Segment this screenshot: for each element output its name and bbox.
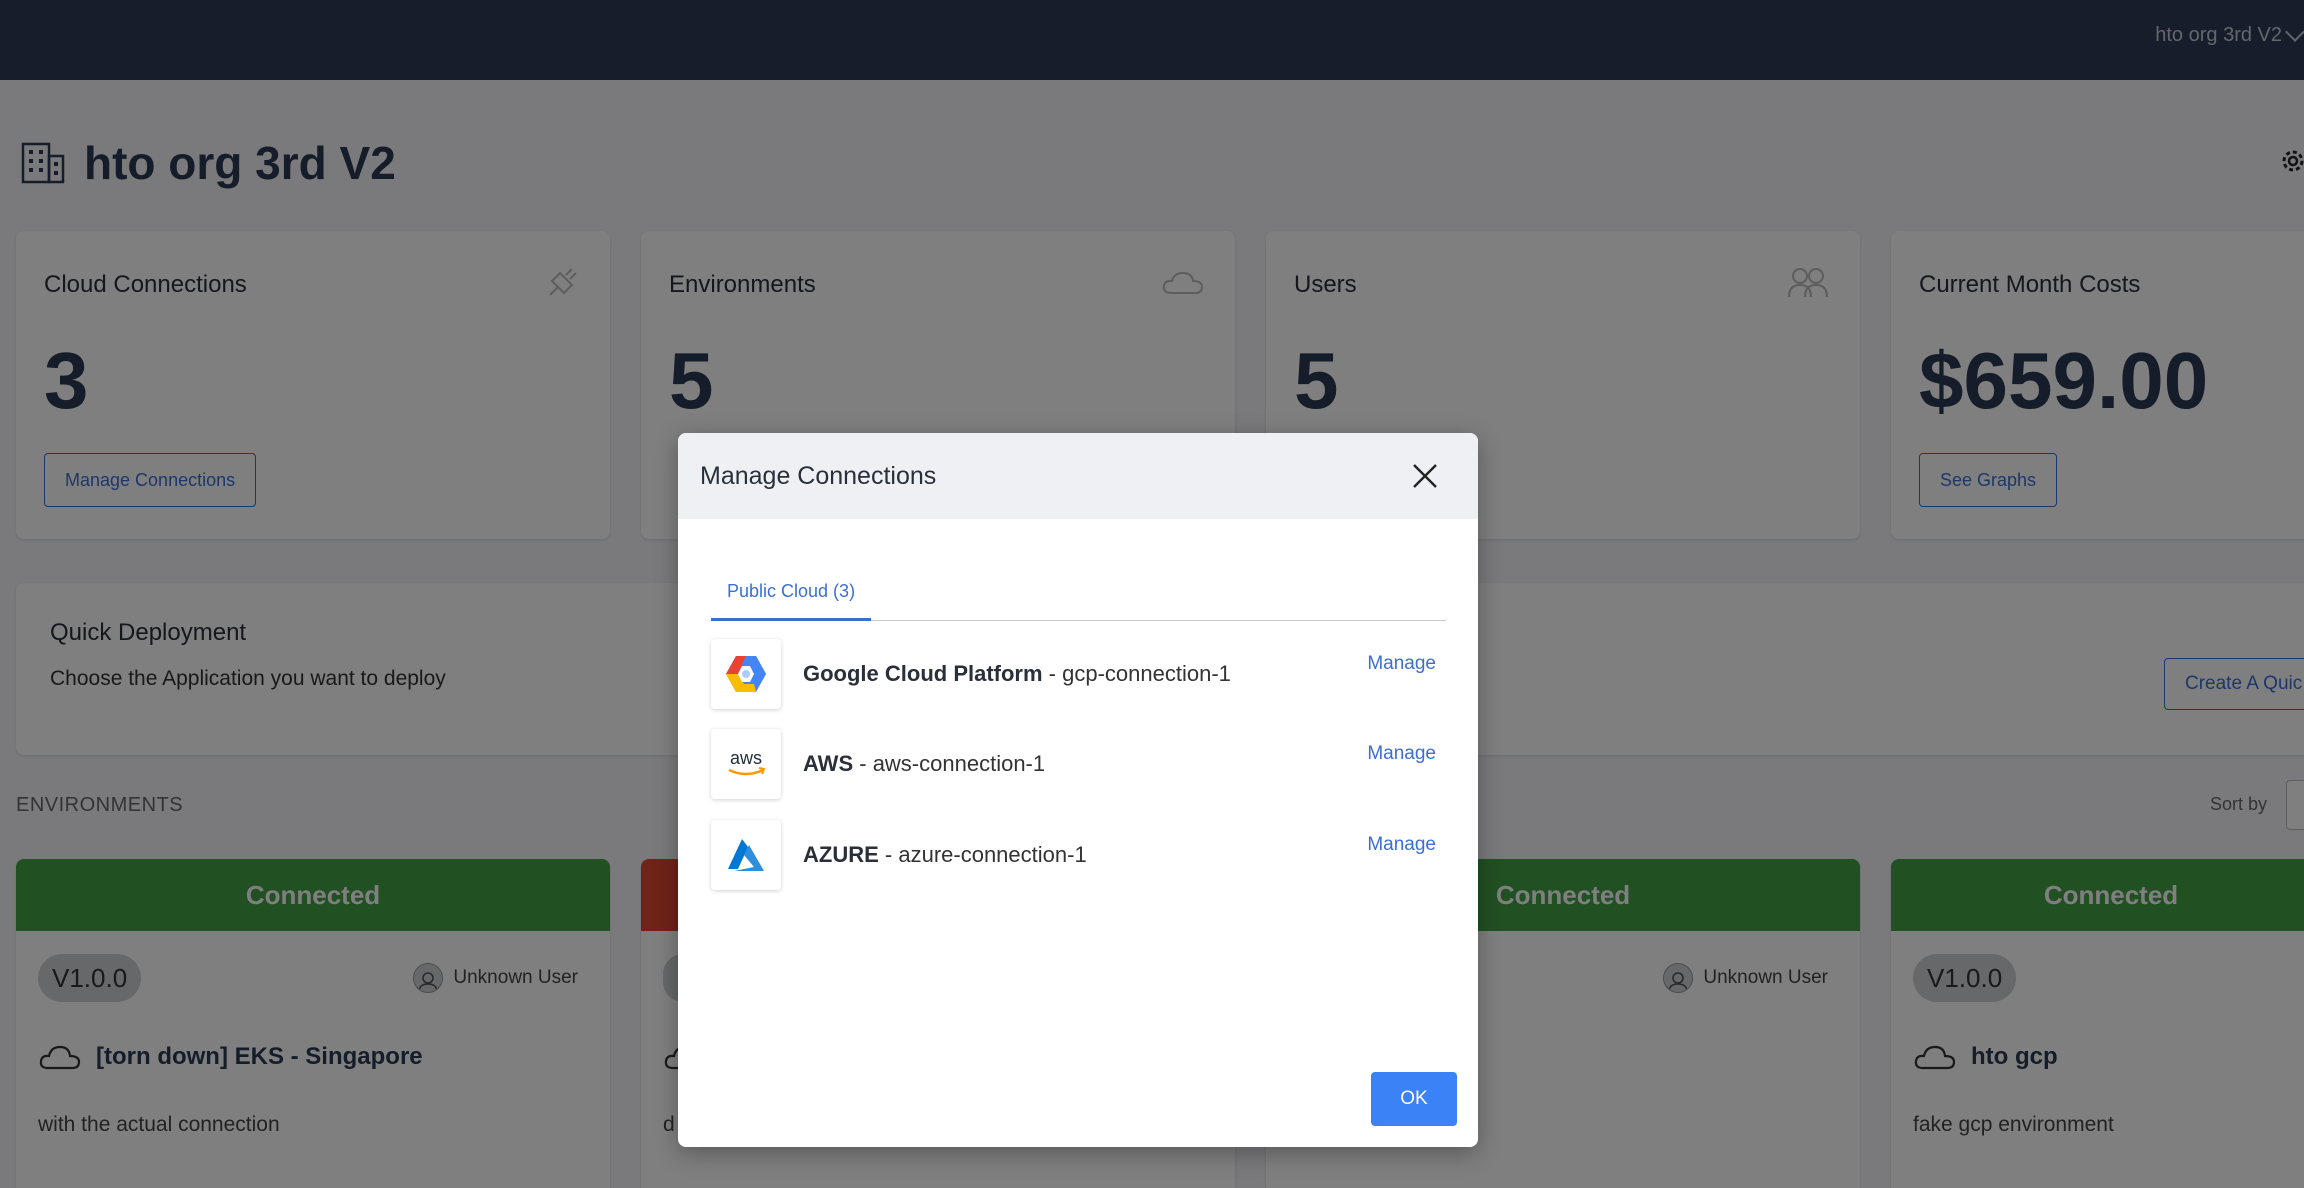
connection-row-aws: aws AWS - aws-connection-1 Manage: [711, 729, 1446, 799]
connection-label: AZURE - azure-connection-1: [803, 842, 1087, 868]
modal-header: Manage Connections: [678, 433, 1478, 519]
manage-aws-link[interactable]: Manage: [1367, 743, 1436, 765]
gcp-logo-icon: [711, 639, 781, 709]
provider-name: Google Cloud Platform: [803, 661, 1043, 686]
manage-azure-link[interactable]: Manage: [1367, 834, 1436, 856]
ok-button[interactable]: OK: [1371, 1072, 1457, 1126]
close-icon[interactable]: [1412, 463, 1438, 489]
tab-public-cloud[interactable]: Public Cloud (3): [711, 565, 872, 621]
connection-name: gcp-connection-1: [1062, 661, 1231, 686]
connection-row-gcp: Google Cloud Platform - gcp-connection-1…: [711, 639, 1446, 709]
connection-name: azure-connection-1: [898, 842, 1087, 867]
connection-row-azure: AZURE - azure-connection-1 Manage: [711, 820, 1446, 890]
manage-connections-modal: Manage Connections Public Cloud (3) Goog…: [678, 433, 1478, 1147]
connection-label: Google Cloud Platform - gcp-connection-1: [803, 661, 1231, 687]
connection-name: aws-connection-1: [872, 751, 1046, 776]
modal-title: Manage Connections: [700, 461, 937, 490]
connection-separator: -: [1042, 661, 1063, 686]
provider-name: AZURE: [803, 842, 879, 867]
connection-separator: -: [853, 751, 873, 776]
manage-gcp-link[interactable]: Manage: [1367, 653, 1436, 675]
connection-separator: -: [878, 842, 899, 867]
azure-logo-icon: [711, 820, 781, 890]
connection-tabs: Public Cloud (3): [711, 565, 1446, 621]
svg-text:aws: aws: [730, 748, 762, 768]
provider-name: AWS: [803, 751, 854, 776]
aws-logo-icon: aws: [711, 729, 781, 799]
connection-label: AWS - aws-connection-1: [803, 751, 1045, 777]
